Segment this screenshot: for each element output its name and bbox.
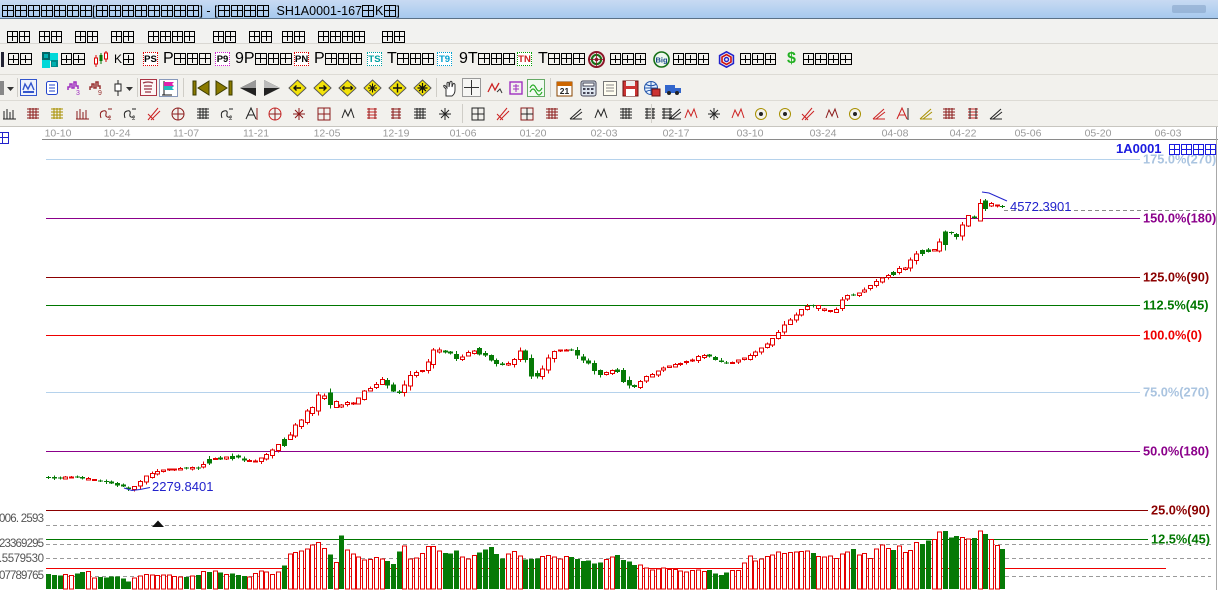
svg-text:50.0%(180): 50.0%(180) <box>1143 444 1209 459</box>
svg-text:4572.3901: 4572.3901 <box>1010 199 1071 214</box>
svg-text:03-10: 03-10 <box>737 128 764 140</box>
svg-text:125.0%(90): 125.0%(90) <box>1143 270 1209 285</box>
svg-text:04-08: 04-08 <box>882 128 909 140</box>
svg-text:Big: Big <box>655 55 668 64</box>
svg-text:06-03: 06-03 <box>1155 128 1182 140</box>
svg-text:006. 2593: 006. 2593 <box>0 513 44 525</box>
svg-text:3: 3 <box>76 90 80 96</box>
svg-text:01-20: 01-20 <box>520 128 547 140</box>
svg-text:12-19: 12-19 <box>383 128 410 140</box>
svg-text:2: 2 <box>108 116 112 122</box>
svg-text:05-20: 05-20 <box>1085 128 1112 140</box>
svg-text:23369295: 23369295 <box>0 538 44 550</box>
svg-text:2: 2 <box>132 116 136 122</box>
svg-text:01-06: 01-06 <box>450 128 477 140</box>
svg-text:07789765: 07789765 <box>0 570 44 582</box>
svg-text:21: 21 <box>560 86 570 96</box>
svg-text:100.0%(0): 100.0%(0) <box>1143 328 1202 343</box>
svg-text:75.0%(270): 75.0%(270) <box>1143 385 1209 400</box>
svg-text:9: 9 <box>98 90 102 96</box>
svg-text:04-22: 04-22 <box>950 128 977 140</box>
svg-text:10-10: 10-10 <box>45 128 72 140</box>
svg-text:112.5%(45): 112.5%(45) <box>1143 298 1208 313</box>
svg-text:02-17: 02-17 <box>663 128 690 140</box>
svg-text:2: 2 <box>229 116 233 122</box>
svg-text:11-07: 11-07 <box>173 128 199 140</box>
svg-text:25.0%(90): 25.0%(90) <box>1151 503 1210 518</box>
svg-text:03-24: 03-24 <box>810 128 837 140</box>
svg-text:05-06: 05-06 <box>1015 128 1042 140</box>
svg-text:10-24: 10-24 <box>104 128 131 140</box>
svg-text:02-03: 02-03 <box>591 128 618 140</box>
svg-text:2279.8401: 2279.8401 <box>152 479 213 494</box>
svg-text:150.0%(180): 150.0%(180) <box>1143 211 1216 226</box>
svg-text:11-21: 11-21 <box>243 128 269 140</box>
svg-text:.5579530: .5579530 <box>0 553 44 565</box>
svg-text:12-05: 12-05 <box>314 128 341 140</box>
